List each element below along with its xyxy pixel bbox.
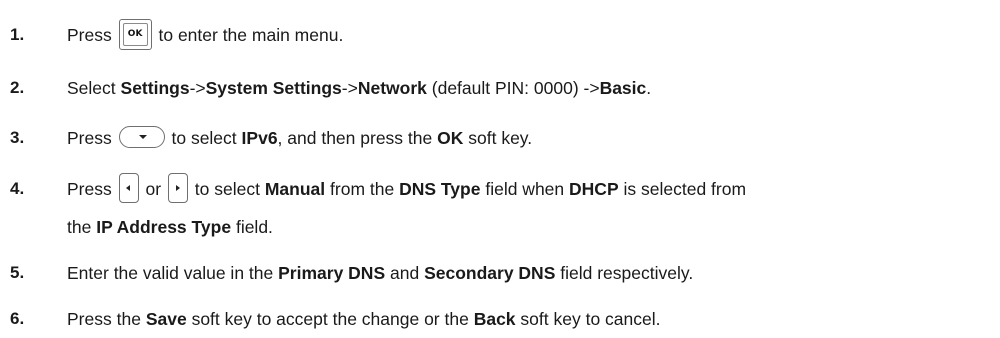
step-text: Press the Save soft key to accept the ch… <box>67 309 661 329</box>
step-text: Select Settings->System Settings->Networ… <box>67 78 652 98</box>
left-navigation-key-icon <box>118 173 139 204</box>
ok-key-icon: OK <box>118 18 152 50</box>
step-text: Enter the valid value in the Primary DNS… <box>67 263 694 283</box>
step-number: 6. <box>10 309 25 328</box>
down-navigation-key-icon <box>118 126 165 149</box>
step-number: 3. <box>10 128 25 147</box>
step-number: 4. <box>10 179 25 198</box>
instruction-steps: 1. Press OK to enter the main menu. 2. S… <box>0 0 1000 334</box>
ok-key-label: OK <box>122 22 148 46</box>
step-number: 2. <box>10 78 25 97</box>
right-navigation-key-icon <box>167 173 188 204</box>
step-text: Press OK to enter the main menu. <box>67 16 992 54</box>
step-text: Press or to select Manual from the DNS T… <box>67 170 992 246</box>
step-text: Press to select IPv6, and then press the… <box>67 126 533 149</box>
step-number: 1. <box>10 25 25 44</box>
step-number: 5. <box>10 263 25 282</box>
